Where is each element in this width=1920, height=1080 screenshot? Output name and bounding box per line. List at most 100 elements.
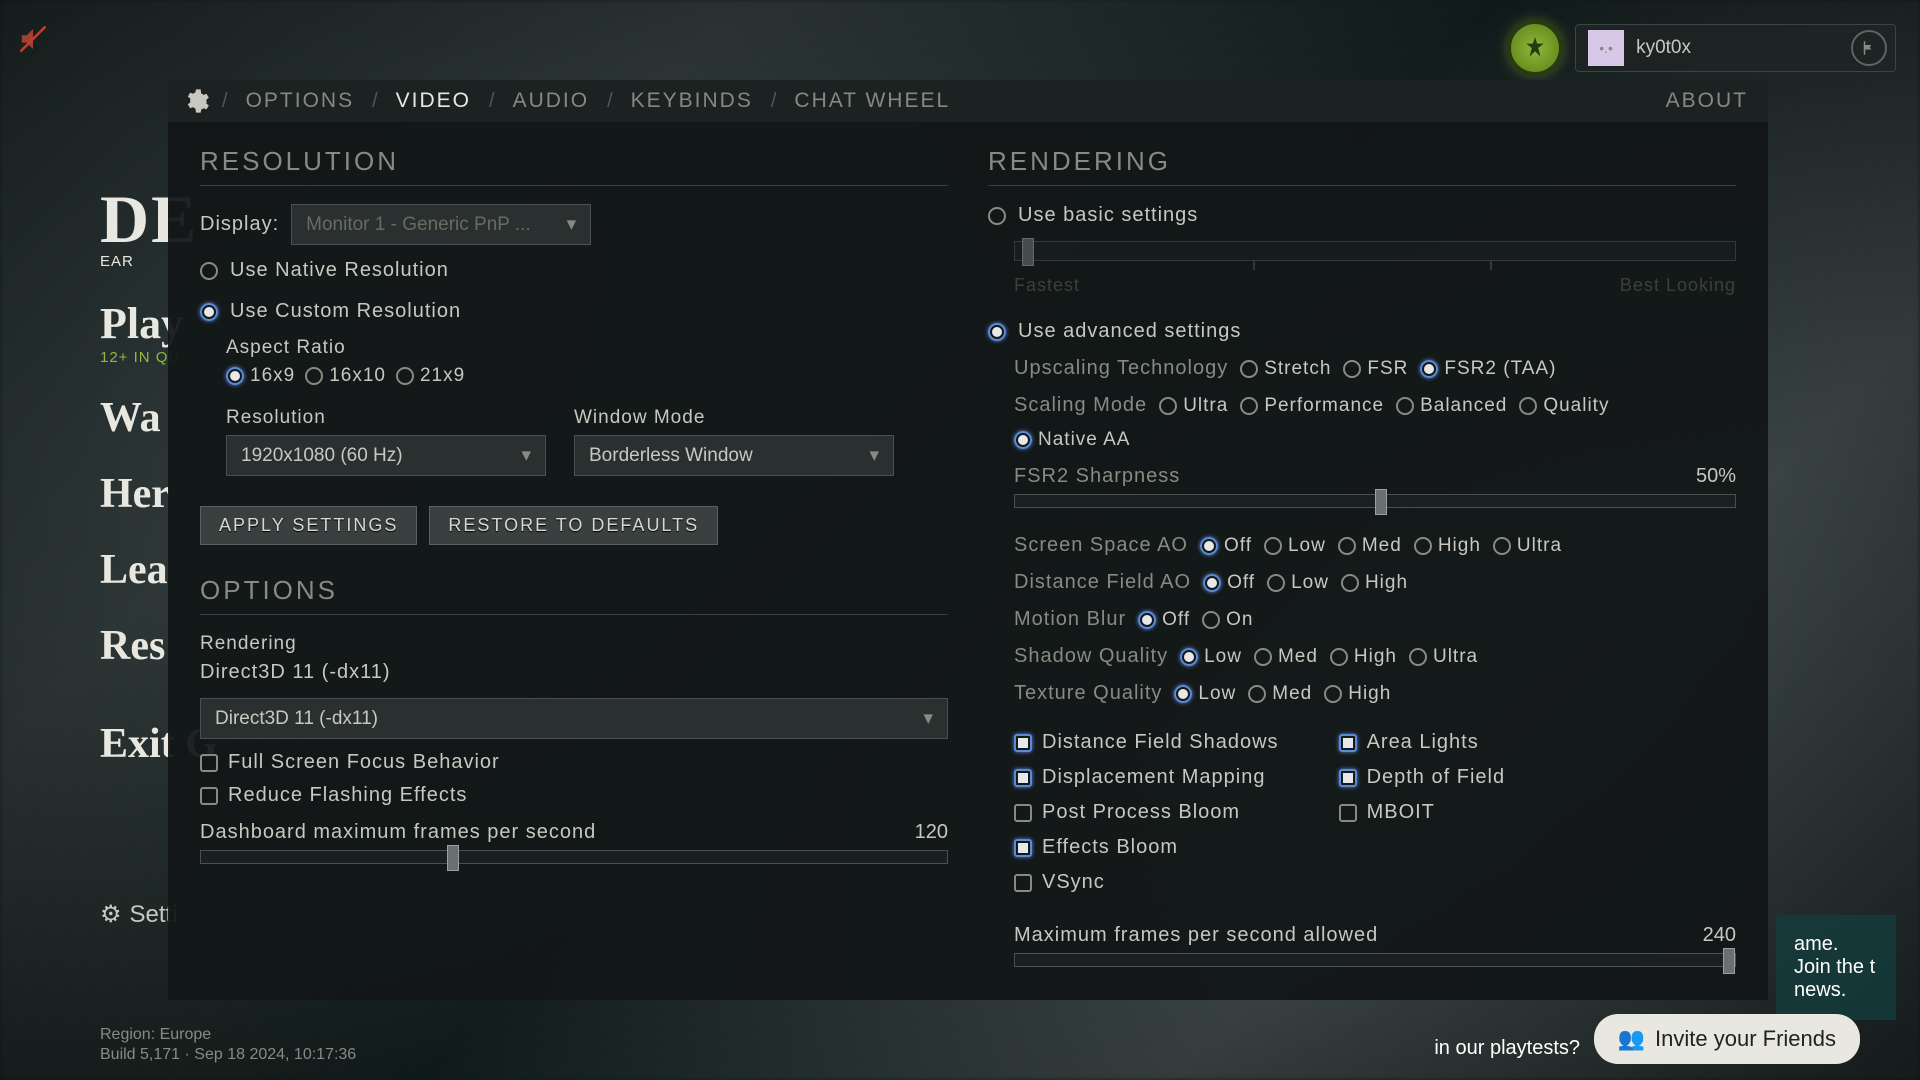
radio-ssao-off[interactable] bbox=[1200, 537, 1218, 555]
radio-texture-low[interactable] bbox=[1174, 685, 1192, 703]
user-name: ky0t0x bbox=[1636, 37, 1691, 59]
radio-scaling-native[interactable] bbox=[1014, 431, 1032, 449]
tab-about[interactable]: ABOUT bbox=[1660, 89, 1754, 113]
check-effects-bloom[interactable] bbox=[1014, 839, 1032, 857]
radio-texture-med[interactable] bbox=[1248, 685, 1266, 703]
max-fps-label: Maximum frames per second allowed bbox=[1014, 924, 1378, 947]
check-distance-field-shadows[interactable] bbox=[1014, 734, 1032, 752]
apply-settings-button[interactable]: APPLY SETTINGS bbox=[200, 506, 417, 545]
news-banner: ame. Join the t news. bbox=[1776, 915, 1896, 1020]
label-upscale-fsr2: FSR2 (TAA) bbox=[1444, 358, 1556, 380]
check-fullscreen-focus[interactable] bbox=[200, 754, 218, 772]
radio-shadow-high[interactable] bbox=[1330, 648, 1348, 666]
tab-options[interactable]: OPTIONS bbox=[240, 89, 361, 113]
dashboard-fps-value: 120 bbox=[915, 821, 948, 844]
radio-shadow-med[interactable] bbox=[1254, 648, 1272, 666]
currency-badge[interactable] bbox=[1507, 20, 1563, 76]
radio-ssao-low[interactable] bbox=[1264, 537, 1282, 555]
label-aspect-21x9: 21x9 bbox=[420, 365, 465, 387]
radio-scaling-performance[interactable] bbox=[1240, 397, 1258, 415]
radio-ssao-ultra[interactable] bbox=[1493, 537, 1511, 555]
section-resolution: RESOLUTION bbox=[200, 146, 948, 186]
label-mboit: MBOIT bbox=[1367, 801, 1435, 824]
radio-upscale-fsr[interactable] bbox=[1343, 360, 1361, 378]
radio-native-resolution[interactable] bbox=[200, 262, 218, 280]
radio-ssao-med[interactable] bbox=[1338, 537, 1356, 555]
label-effbloom: Effects Bloom bbox=[1042, 836, 1178, 859]
ssao-label: Screen Space AO bbox=[1014, 534, 1188, 557]
settings-panel: / OPTIONS / VIDEO / AUDIO / KEYBINDS / C… bbox=[168, 80, 1768, 1000]
radio-advanced-settings[interactable] bbox=[988, 323, 1006, 341]
mute-icon[interactable] bbox=[18, 24, 48, 54]
check-mboit[interactable] bbox=[1339, 804, 1357, 822]
tab-audio[interactable]: AUDIO bbox=[507, 89, 596, 113]
resolution-select[interactable]: 1920x1080 (60 Hz) ▾ bbox=[226, 435, 546, 476]
avatar: •.• bbox=[1588, 30, 1624, 66]
display-value: Monitor 1 - Generic PnP ... bbox=[306, 214, 531, 236]
radio-aspect-21x9[interactable] bbox=[396, 367, 414, 385]
label-shadow-med: Med bbox=[1278, 646, 1318, 668]
label-dfao-off: Off bbox=[1227, 572, 1255, 594]
dfao-label: Distance Field AO bbox=[1014, 571, 1191, 594]
radio-motion-off[interactable] bbox=[1138, 611, 1156, 629]
label-scaling-ultra: Ultra bbox=[1183, 395, 1228, 417]
radio-custom-resolution[interactable] bbox=[200, 303, 218, 321]
radio-aspect-16x9[interactable] bbox=[226, 367, 244, 385]
dashboard-fps-slider[interactable] bbox=[200, 850, 948, 864]
max-fps-slider[interactable] bbox=[1014, 953, 1736, 967]
radio-basic-settings[interactable] bbox=[988, 207, 1006, 225]
check-displacement-mapping[interactable] bbox=[1014, 769, 1032, 787]
rendering-label: Rendering bbox=[200, 633, 948, 655]
slider-thumb[interactable] bbox=[1375, 489, 1387, 515]
radio-scaling-quality[interactable] bbox=[1519, 397, 1537, 415]
radio-shadow-ultra[interactable] bbox=[1409, 648, 1427, 666]
radio-ssao-high[interactable] bbox=[1414, 537, 1432, 555]
label-ssao-ultra: Ultra bbox=[1517, 535, 1562, 557]
slider-thumb[interactable] bbox=[1723, 948, 1735, 974]
label-basic-settings: Use basic settings bbox=[1018, 204, 1198, 227]
tab-chat-wheel[interactable]: CHAT WHEEL bbox=[788, 89, 956, 113]
user-pill[interactable]: •.• ky0t0x bbox=[1575, 24, 1896, 72]
check-reduce-flashing[interactable] bbox=[200, 787, 218, 805]
radio-scaling-balanced[interactable] bbox=[1396, 397, 1414, 415]
radio-shadow-low[interactable] bbox=[1180, 648, 1198, 666]
label-aspect-16x9: 16x9 bbox=[250, 365, 295, 387]
check-area-lights[interactable] bbox=[1339, 734, 1357, 752]
invite-friends-button[interactable]: 👥 Invite your Friends bbox=[1594, 1014, 1860, 1064]
radio-dfao-off[interactable] bbox=[1203, 574, 1221, 592]
report-icon[interactable] bbox=[1851, 30, 1887, 66]
restore-defaults-button[interactable]: RESTORE TO DEFAULTS bbox=[429, 506, 718, 545]
radio-texture-high[interactable] bbox=[1324, 685, 1342, 703]
label-ppbloom: Post Process Bloom bbox=[1042, 801, 1240, 824]
check-vsync[interactable] bbox=[1014, 874, 1032, 892]
slider-thumb[interactable] bbox=[447, 845, 459, 871]
sharpness-slider[interactable] bbox=[1014, 494, 1736, 508]
label-vsync: VSync bbox=[1042, 871, 1105, 894]
radio-aspect-16x10[interactable] bbox=[305, 367, 323, 385]
label-scaling-performance: Performance bbox=[1264, 395, 1384, 417]
radio-dfao-high[interactable] bbox=[1341, 574, 1359, 592]
tab-keybinds[interactable]: KEYBINDS bbox=[625, 89, 759, 113]
check-depth-of-field[interactable] bbox=[1339, 769, 1357, 787]
sharpness-value: 50% bbox=[1696, 465, 1736, 488]
label-ssao-med: Med bbox=[1362, 535, 1402, 557]
max-fps-value: 240 bbox=[1703, 924, 1736, 947]
gear-icon[interactable] bbox=[182, 87, 210, 115]
texture-label: Texture Quality bbox=[1014, 682, 1162, 705]
label-custom-resolution: Use Custom Resolution bbox=[230, 300, 461, 323]
person-add-icon: 👥 bbox=[1618, 1026, 1645, 1052]
display-select[interactable]: Monitor 1 - Generic PnP ... ▾ bbox=[291, 204, 591, 245]
resolution-label: Resolution bbox=[226, 407, 546, 429]
label-disp: Displacement Mapping bbox=[1042, 766, 1265, 789]
radio-motion-on[interactable] bbox=[1202, 611, 1220, 629]
region-text: Region: Europe bbox=[100, 1026, 211, 1044]
tab-video[interactable]: VIDEO bbox=[390, 89, 477, 113]
renderer-select[interactable]: Direct3D 11 (-dx11) ▾ bbox=[200, 698, 948, 739]
tab-separator: / bbox=[372, 90, 378, 113]
radio-upscale-fsr2[interactable] bbox=[1420, 360, 1438, 378]
radio-scaling-ultra[interactable] bbox=[1159, 397, 1177, 415]
window-mode-select[interactable]: Borderless Window ▾ bbox=[574, 435, 894, 476]
radio-dfao-low[interactable] bbox=[1267, 574, 1285, 592]
radio-upscale-stretch[interactable] bbox=[1240, 360, 1258, 378]
check-post-process-bloom[interactable] bbox=[1014, 804, 1032, 822]
